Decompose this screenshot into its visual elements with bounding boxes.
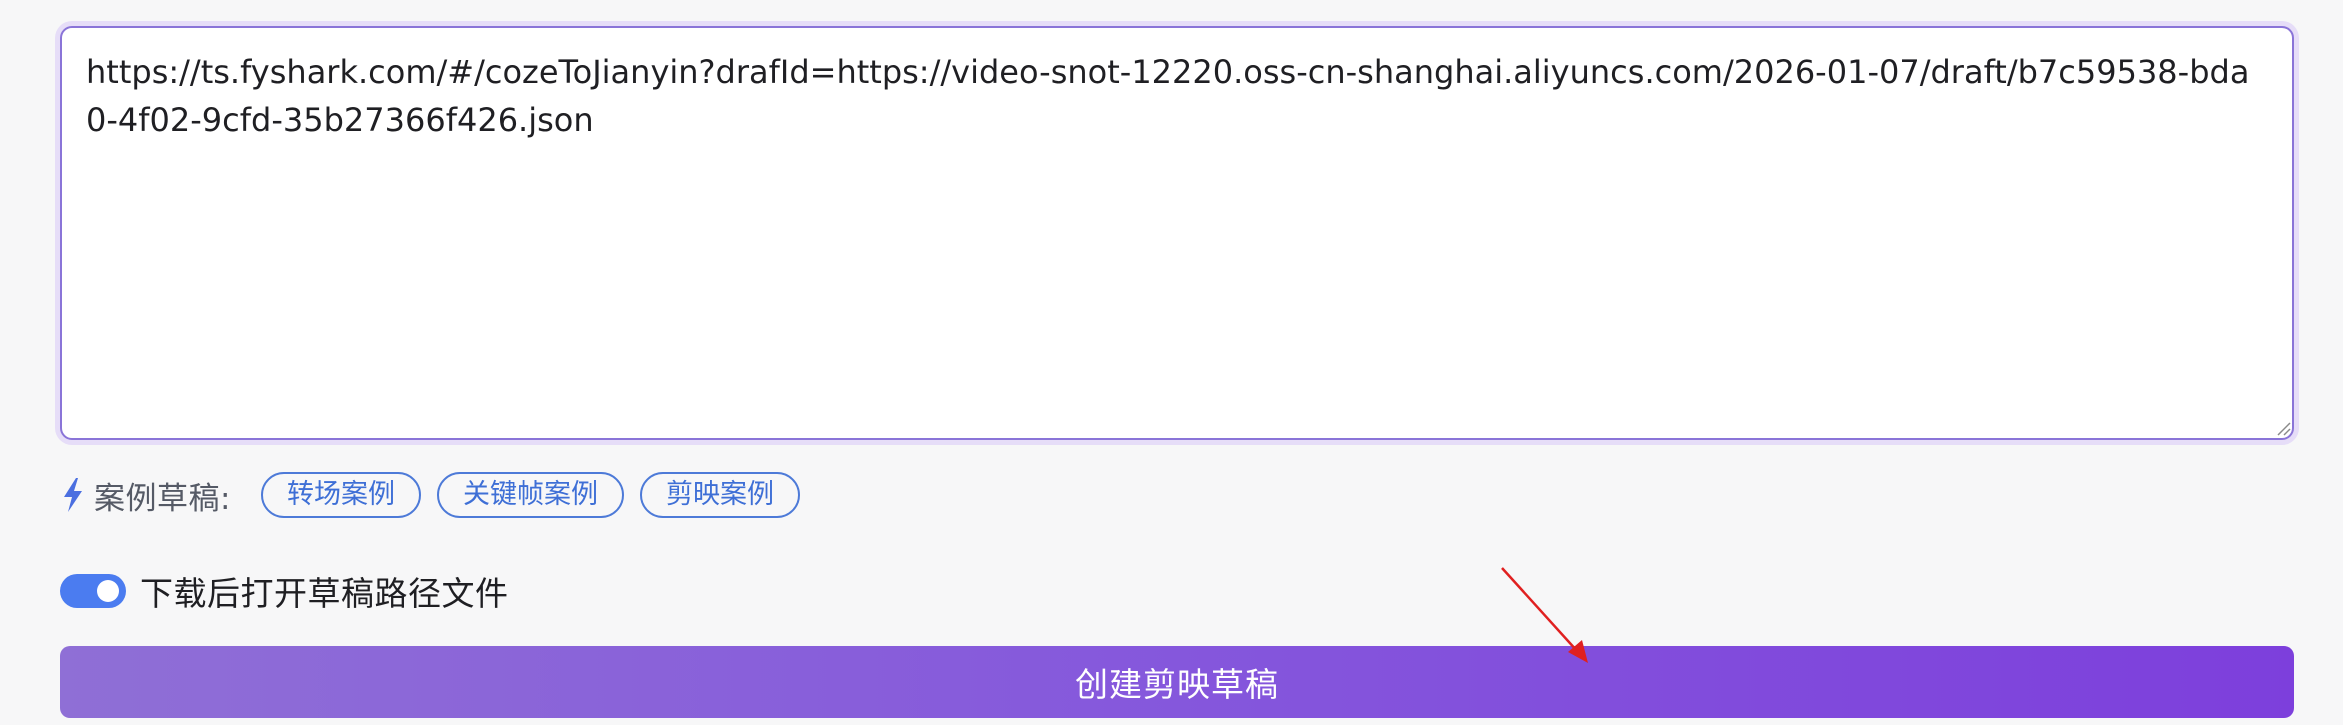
draft-form: https://ts.fyshark.com/#/cozeToJianyin?d… [0, 0, 2343, 725]
resize-handle-icon[interactable] [2275, 420, 2291, 436]
open-after-download-label: 下载后打开草稿路径文件 [140, 574, 509, 613]
example-chip-transition[interactable]: 转场案例 [260, 472, 421, 518]
draft-url-textarea[interactable]: https://ts.fyshark.com/#/cozeToJianyin?d… [60, 26, 2294, 440]
toggle-knob [97, 580, 119, 602]
example-drafts-label: 案例草稿: [94, 480, 231, 517]
create-draft-button[interactable]: 创建剪映草稿 [60, 646, 2294, 718]
open-after-download-toggle[interactable] [60, 574, 126, 608]
example-drafts-row: 案例草稿: 转场案例 关键帧案例 剪映案例 [60, 470, 816, 520]
open-after-download-row: 下载后打开草稿路径文件 [60, 567, 509, 615]
example-chip-keyframe[interactable]: 关键帧案例 [436, 472, 624, 518]
example-chip-jianying[interactable]: 剪映案例 [639, 472, 800, 518]
lightning-bolt-icon [64, 478, 82, 512]
